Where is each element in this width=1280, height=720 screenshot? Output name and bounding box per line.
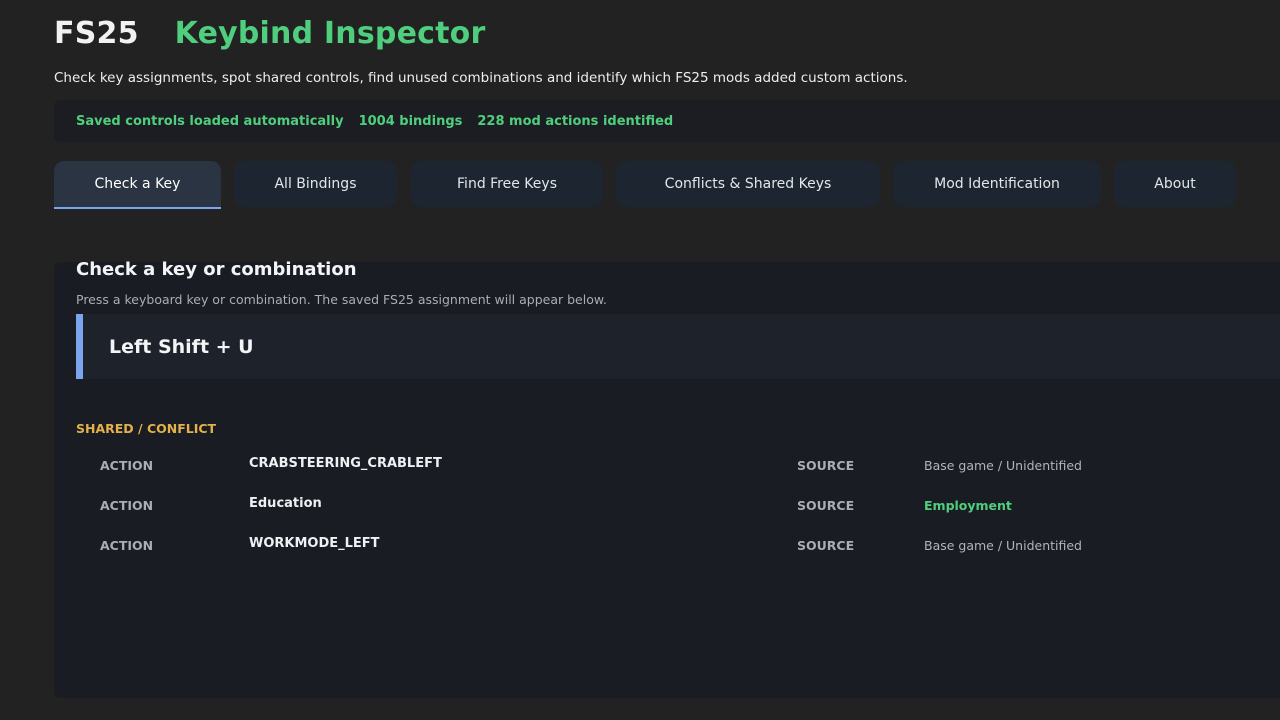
tab-mod-identification[interactable]: Mod Identification xyxy=(893,161,1101,207)
source-value-mod: Employment xyxy=(924,498,1012,513)
tab-all-bindings[interactable]: All Bindings xyxy=(234,161,397,207)
tab-about[interactable]: About xyxy=(1114,161,1236,207)
check-key-panel: Check a key or combination Press a keybo… xyxy=(54,259,1280,698)
assignment-row: ACTION CRABSTEERING_CRABLEFT SOURCE Base… xyxy=(100,454,1200,494)
panel-hint: Press a keyboard key or combination. The… xyxy=(76,292,607,307)
source-value: Base game / Unidentified xyxy=(924,538,1082,553)
tab-find-free-keys[interactable]: Find Free Keys xyxy=(411,161,603,207)
action-name: Education xyxy=(249,496,322,511)
header: FS25 Keybind Inspector xyxy=(54,12,485,54)
assignment-row: ACTION WORKMODE_LEFT SOURCE Base game / … xyxy=(100,534,1200,574)
app-title: Keybind Inspector xyxy=(174,15,486,51)
assignment-list: ACTION CRABSTEERING_CRABLEFT SOURCE Base… xyxy=(100,454,1200,574)
action-name: CRABSTEERING_CRABLEFT xyxy=(249,456,442,471)
pressed-key-combination: Left Shift + U xyxy=(109,335,254,358)
key-capture-field[interactable]: Left Shift + U xyxy=(76,314,1280,379)
action-label: ACTION xyxy=(100,458,154,473)
source-value: Base game / Unidentified xyxy=(924,458,1082,473)
app-subtitle: Check key assignments, spot shared contr… xyxy=(54,70,908,86)
action-name: WORKMODE_LEFT xyxy=(249,536,380,551)
source-label: SOURCE xyxy=(797,458,855,473)
status-mod-actions-count: 228 mod actions identified xyxy=(477,113,674,129)
assignment-row: ACTION Education SOURCE Employment xyxy=(100,494,1200,534)
action-label: ACTION xyxy=(100,498,154,513)
action-label: ACTION xyxy=(100,538,154,553)
tab-check-a-key[interactable]: Check a Key xyxy=(54,161,221,209)
app-window: FS25 Keybind Inspector Check key assignm… xyxy=(0,0,1280,720)
source-label: SOURCE xyxy=(797,538,855,553)
status-bar: Saved controls loaded automatically 1004… xyxy=(54,100,1280,142)
tab-conflicts-shared-keys[interactable]: Conflicts & Shared Keys xyxy=(616,161,880,207)
status-bindings-count: 1004 bindings xyxy=(358,113,463,129)
panel-title: Check a key or combination xyxy=(76,259,357,280)
brand-label: FS25 xyxy=(54,15,139,51)
source-label: SOURCE xyxy=(797,498,855,513)
status-loaded: Saved controls loaded automatically xyxy=(76,113,344,129)
shared-conflict-label: SHARED / CONFLICT xyxy=(76,421,217,436)
